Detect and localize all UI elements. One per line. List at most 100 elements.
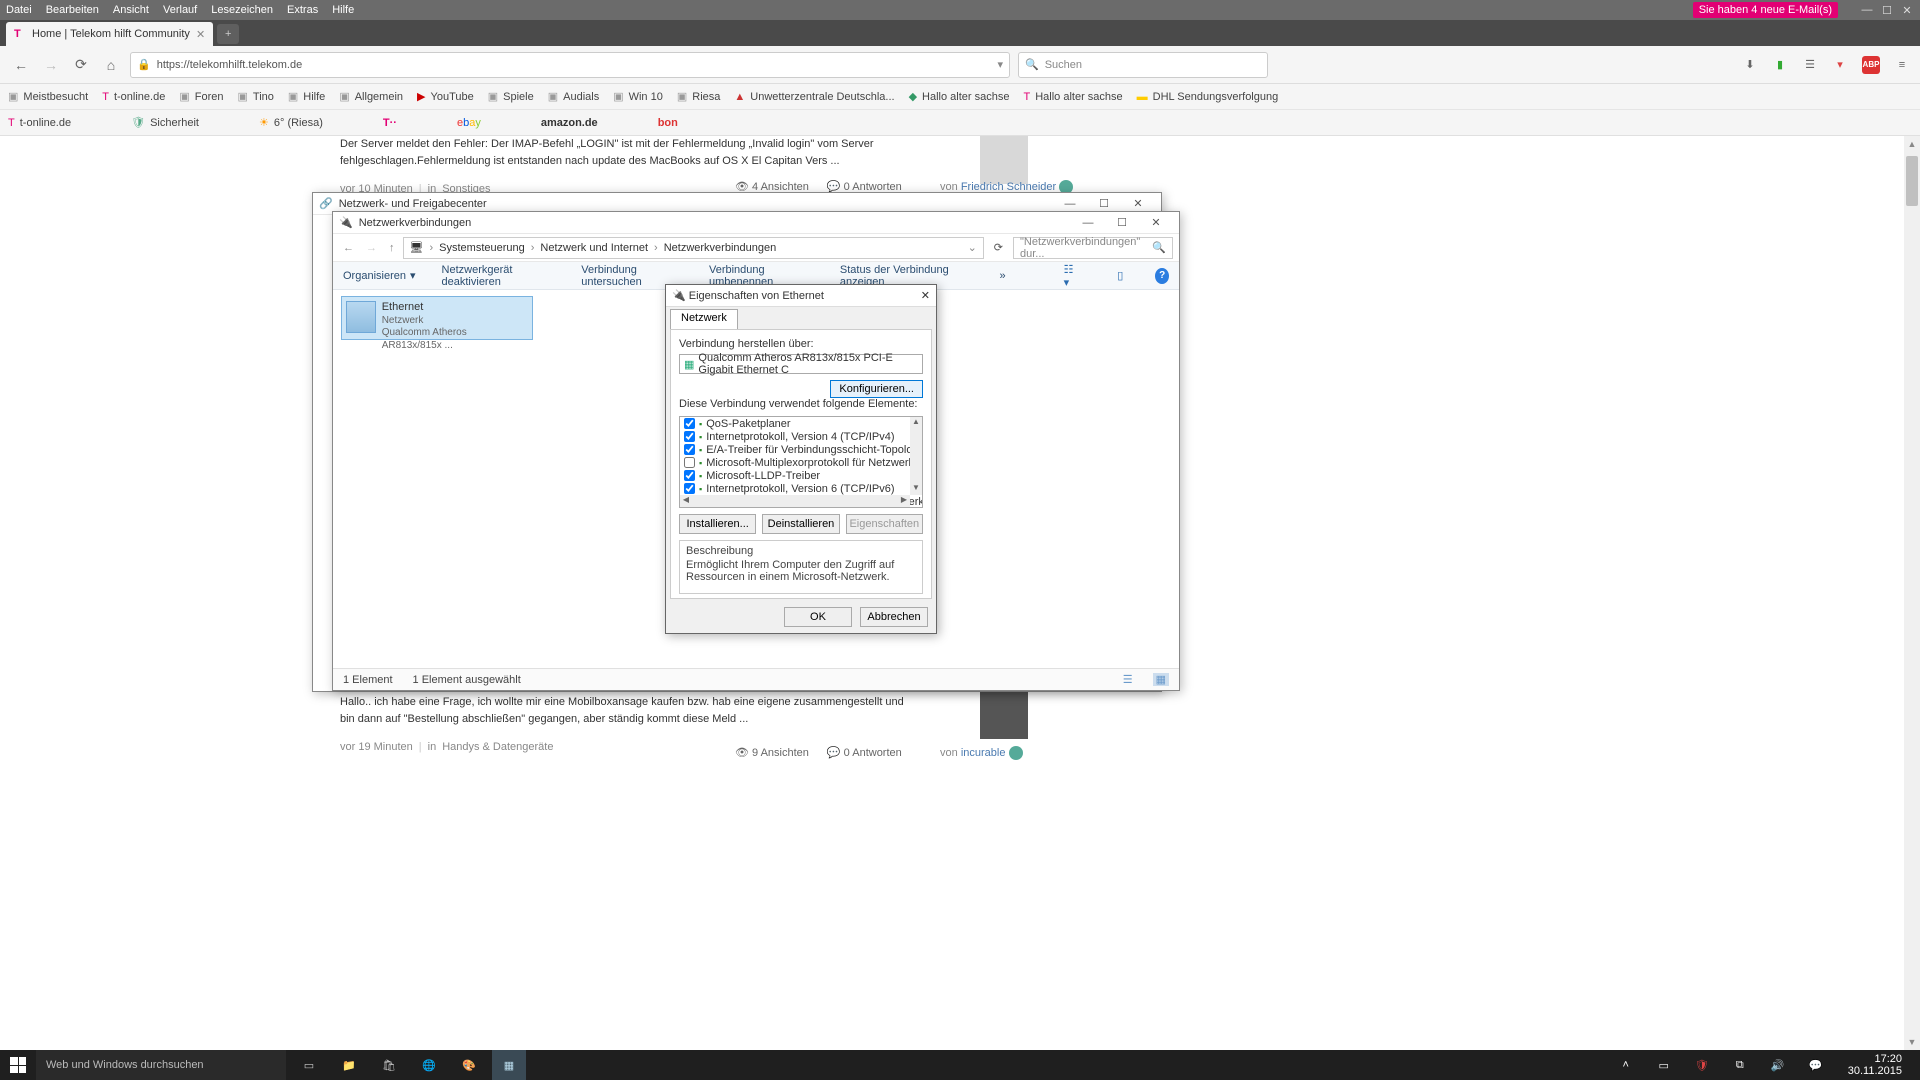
adblock-icon[interactable]: ABP (1862, 56, 1880, 74)
menu-view[interactable]: Ansicht (113, 4, 149, 16)
breadcrumb-item[interactable]: Netzwerk und Internet (540, 242, 648, 254)
tray-volume-icon[interactable]: 🔊 (1764, 1059, 1792, 1072)
breadcrumb-dropdown-icon[interactable]: ⌄ (968, 241, 977, 254)
taskbar-app-explorer[interactable]: 📁 (332, 1050, 366, 1080)
preview-pane-icon[interactable]: ▯ (1111, 269, 1129, 282)
list-vertical-scrollbar[interactable]: ▲ ▼ (910, 417, 922, 495)
uninstall-button[interactable]: Deinstallieren (762, 514, 839, 534)
nav-back-button[interactable]: ← (339, 242, 358, 254)
view-thumbnails-icon[interactable]: ▦ (1153, 673, 1169, 686)
back-button[interactable]: ← (10, 54, 32, 76)
maximize-button[interactable]: ☐ (1087, 197, 1121, 210)
scroll-right-icon[interactable]: ▶ (898, 495, 910, 507)
protocol-item[interactable]: ▪QoS-Paketplaner (680, 417, 922, 430)
taskbar-clock[interactable]: 17:20 30.11.2015 (1840, 1053, 1910, 1077)
mail-notification-badge[interactable]: Sie haben 4 neue E-Mail(s) (1693, 2, 1838, 18)
protocol-item[interactable]: ▪E/A-Treiber für Verbindungsschicht-Topo… (680, 443, 922, 456)
menu-bookmarks[interactable]: Lesezeichen (211, 4, 273, 16)
help-icon[interactable]: ? (1155, 268, 1169, 284)
protocol-checkbox[interactable] (684, 444, 695, 455)
protocol-checkbox[interactable] (684, 418, 695, 429)
bookmark-meistbesucht[interactable]: ▣Meistbesucht (8, 90, 88, 103)
tray-notification-icon[interactable]: 💬 (1802, 1059, 1830, 1072)
maximize-button[interactable]: ☐ (1880, 4, 1894, 17)
post-category[interactable]: Handys & Datengeräte (442, 739, 553, 756)
menu-edit[interactable]: Bearbeiten (46, 4, 99, 16)
disable-device-button[interactable]: Netzwerkgerät deaktivieren (442, 264, 556, 288)
bookmark2-tonline[interactable]: Tt-online.de (8, 117, 71, 129)
bookmark2-amazon[interactable]: amazon.de (541, 117, 598, 129)
taskbar-search-input[interactable]: Web und Windows durchsuchen (36, 1050, 286, 1080)
tab-close-icon[interactable]: ✕ (196, 28, 205, 41)
breadcrumb-item[interactable]: Systemsteuerung (439, 242, 525, 254)
tray-network-icon[interactable]: ⧉ (1726, 1059, 1754, 1072)
start-button[interactable] (0, 1057, 36, 1073)
taskview-button[interactable]: ▭ (292, 1050, 326, 1080)
toolbar-overflow-button[interactable]: » (999, 270, 1005, 282)
bookmark-hilfe[interactable]: ▣Hilfe (288, 90, 325, 103)
nav-forward-button[interactable]: → (362, 242, 381, 254)
list-horizontal-scrollbar[interactable]: ◀ ▶ (680, 495, 910, 507)
protocol-checkbox[interactable] (684, 470, 695, 481)
scroll-down-icon[interactable]: ▼ (910, 483, 922, 495)
close-button[interactable]: ✕ (1121, 197, 1155, 210)
close-button[interactable]: ✕ (1900, 4, 1914, 17)
menu-extras[interactable]: Extras (287, 4, 318, 16)
menu-file[interactable]: Datei (6, 4, 32, 16)
minimize-button[interactable]: — (1860, 4, 1874, 17)
bookmark-tonline[interactable]: Tt-online.de (102, 91, 165, 103)
tray-chevron-icon[interactable]: ˄ (1612, 1059, 1640, 1071)
bookmark2-sicherheit[interactable]: 🛡Sicherheit (131, 116, 199, 129)
bookmark-unwetter[interactable]: ▲Unwetterzentrale Deutschla... (734, 91, 894, 103)
explorer-search-input[interactable]: "Netzwerkverbindungen" dur... 🔍 (1013, 237, 1173, 259)
home-button[interactable]: ⌂ (100, 54, 122, 76)
new-tab-button[interactable]: + (217, 24, 239, 44)
organize-menu[interactable]: Organisieren ▾ (343, 269, 416, 282)
scroll-up-icon[interactable]: ▲ (910, 417, 922, 429)
list-icon[interactable]: ☰ (1802, 57, 1818, 73)
minimize-button[interactable]: — (1053, 198, 1087, 210)
protocol-checkbox[interactable] (684, 483, 695, 494)
page-scrollbar[interactable]: ▲ ▼ (1904, 136, 1920, 1050)
bookmark-win10[interactable]: ▣Win 10 (613, 90, 663, 103)
breadcrumb-path[interactable]: 🖥 › Systemsteuerung › Netzwerk und Inter… (403, 237, 984, 259)
refresh-button[interactable]: ⟳ (988, 241, 1009, 254)
maximize-button[interactable]: ☐ (1105, 216, 1139, 229)
protocol-list[interactable]: ▪QoS-Paketplaner▪Internetprotokoll, Vers… (679, 416, 923, 508)
configure-button[interactable]: Konfigurieren... (830, 380, 923, 398)
tray-power-icon[interactable]: ▭ (1650, 1059, 1678, 1072)
bookmark-spiele[interactable]: ▣Spiele (488, 90, 534, 103)
pocket-icon[interactable]: ▾ (1832, 57, 1848, 73)
view-options-icon[interactable]: ☷ ▾ (1058, 263, 1086, 289)
protocol-item[interactable]: ▪Internetprotokoll, Version 4 (TCP/IPv4) (680, 430, 922, 443)
close-button[interactable]: ✕ (1139, 216, 1173, 229)
install-button[interactable]: Installieren... (679, 514, 756, 534)
bookmark-allgemein[interactable]: ▣Allgemein (339, 90, 403, 103)
scroll-thumb[interactable] (1906, 156, 1918, 206)
view-details-icon[interactable]: ☰ (1123, 673, 1133, 686)
bookmark-foren[interactable]: ▣Foren (179, 90, 223, 103)
protocol-checkbox[interactable] (684, 457, 695, 468)
taskbar-app-paint[interactable]: 🎨 (452, 1050, 486, 1080)
hamburger-menu-icon[interactable]: ≡ (1894, 57, 1910, 73)
protocol-item[interactable]: ▪Microsoft-LLDP-Treiber (680, 469, 922, 482)
url-dropdown-icon[interactable]: ▾ (997, 58, 1003, 71)
downloads-icon[interactable]: ⬇ (1742, 57, 1758, 73)
scroll-left-icon[interactable]: ◀ (680, 495, 692, 507)
bookmark-riesa[interactable]: ▣Riesa (677, 90, 721, 103)
taskbar-app-browser[interactable]: 🌐 (412, 1050, 446, 1080)
taskbar-app-network[interactable]: ▦ (492, 1050, 526, 1080)
bookmark2-telekom[interactable]: T·· (383, 117, 397, 129)
breadcrumb-item[interactable]: Netzwerkverbindungen (664, 242, 777, 254)
close-button[interactable]: ✕ (921, 289, 930, 302)
menu-history[interactable]: Verlauf (163, 4, 197, 16)
minimize-button[interactable]: — (1071, 217, 1105, 229)
protocol-checkbox[interactable] (684, 431, 695, 442)
bookmark-tino[interactable]: ▣Tino (237, 90, 273, 103)
addon-icon[interactable]: ▮ (1772, 57, 1788, 73)
search-input[interactable]: 🔍 Suchen (1018, 52, 1268, 78)
post-author-link[interactable]: incurable (961, 747, 1006, 759)
protocol-item[interactable]: ▪Internetprotokoll, Version 6 (TCP/IPv6) (680, 482, 922, 495)
bookmark2-ebay[interactable]: ebay (457, 117, 481, 129)
nav-up-button[interactable]: ↑ (385, 242, 399, 254)
